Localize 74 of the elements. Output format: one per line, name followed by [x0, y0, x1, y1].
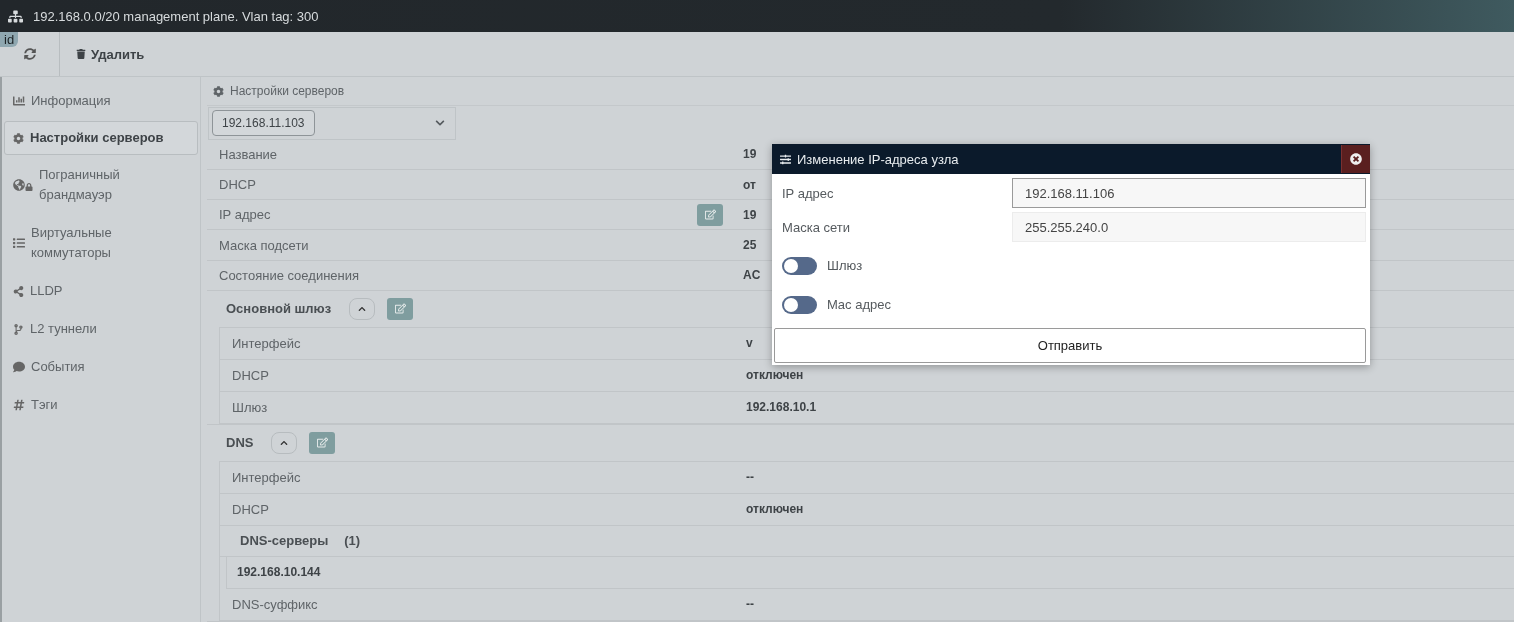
server-select[interactable]: 192.168.11.103	[208, 107, 456, 140]
edit-icon	[394, 303, 406, 315]
share-icon	[13, 285, 24, 297]
edit-button[interactable]	[697, 203, 723, 226]
collapse-button[interactable]	[349, 298, 376, 320]
close-icon	[1350, 153, 1362, 165]
sidebar-item[interactable]: LLDP	[4, 273, 198, 309]
field-label: DHCP	[232, 368, 270, 383]
refresh-icon	[23, 48, 36, 60]
field-value: 19	[743, 147, 757, 162]
hashtag-icon	[13, 399, 25, 411]
window-title: 192.168.0.0/20 management plane. Vlan tag: 300	[33, 8, 319, 24]
field-value: 25	[743, 238, 757, 253]
field-value: 19	[743, 207, 757, 222]
field-label: DHCP	[219, 177, 257, 192]
sliders-icon	[780, 153, 791, 165]
globe-lock-icon	[13, 179, 33, 191]
field-value: AC	[743, 268, 761, 283]
chevron-up-icon	[358, 305, 367, 313]
toggle-label: Mac адрес	[827, 297, 891, 312]
id-badge: id	[0, 32, 19, 47]
edit-icon	[704, 209, 716, 221]
toggle-switch[interactable]	[782, 295, 817, 314]
field-value: --	[746, 470, 754, 485]
field-value: от	[743, 177, 756, 192]
panel-title: Настройки серверов	[230, 84, 345, 99]
branch-icon	[13, 323, 24, 335]
chevron-up-icon	[280, 439, 289, 447]
sidebar-item[interactable]: Виртуальные коммутаторы	[4, 215, 198, 271]
chart-icon	[13, 95, 25, 107]
field-value: v	[746, 336, 753, 351]
field-label: Маска подсети	[219, 237, 310, 253]
edit-button[interactable]	[387, 298, 414, 320]
sidebar-item[interactable]: Пограничный брандмауэр	[4, 157, 198, 213]
input-field[interactable]: 192.168.11.106	[1012, 178, 1366, 208]
sidebar-item[interactable]: События	[4, 349, 198, 385]
delete-button[interactable]: Удалить	[70, 40, 151, 68]
field-label: Шлюз	[232, 400, 269, 415]
input-field[interactable]: 255.255.240.0	[1012, 212, 1366, 242]
close-button[interactable]	[1341, 145, 1370, 173]
field-label: Состояние соединения	[219, 267, 361, 283]
dialog-title: Изменение IP-адреса узла	[797, 151, 960, 167]
field-value: отключен	[746, 502, 804, 517]
toggle-switch[interactable]	[782, 256, 817, 275]
field-label: IP адрес	[782, 185, 835, 201]
sidebar-item[interactable]: Настройки серверов	[4, 121, 198, 155]
gear-icon	[213, 85, 224, 97]
list-icon	[13, 237, 25, 249]
section-title: DNS	[226, 435, 254, 451]
field-value: --	[746, 597, 754, 612]
sidebar-item[interactable]: Тэги	[4, 387, 198, 423]
field-label: IP адрес	[219, 207, 272, 223]
field-label: Интерфейс	[232, 470, 302, 485]
section-title: Основной шлюз	[226, 301, 332, 317]
field-label: DNS-суффикс	[232, 597, 319, 612]
edit-icon	[316, 437, 328, 449]
field-value: отключен	[746, 368, 804, 383]
field-label: Маска сети	[782, 219, 852, 235]
group-count: (1)	[344, 533, 361, 549]
submit-button[interactable]: Отправить	[774, 328, 1366, 363]
trash-icon	[76, 49, 86, 59]
gear-icon	[13, 132, 24, 144]
sidebar-item[interactable]: L2 туннели	[4, 311, 198, 347]
edit-button[interactable]	[309, 432, 336, 454]
group-title: DNS-серверы	[240, 533, 329, 549]
field-label: DHCP	[232, 502, 270, 517]
field-value: 192.168.10.1	[746, 400, 817, 415]
field-label: Интерфейс	[232, 336, 302, 351]
dns-server-address: 192.168.10.144	[237, 565, 321, 580]
sidebar-item[interactable]: Информация	[4, 83, 198, 119]
toggle-label: Шлюз	[827, 258, 863, 273]
collapse-button[interactable]	[271, 432, 298, 454]
field-label: Название	[219, 146, 279, 162]
speech-bubble-icon	[13, 361, 25, 373]
